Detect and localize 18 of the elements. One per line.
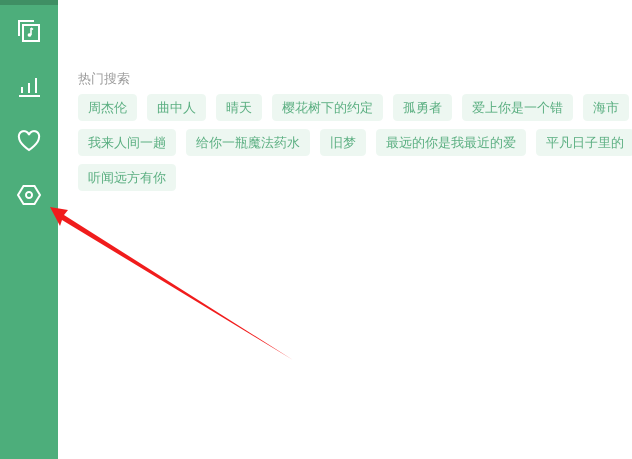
search-tag[interactable]: 平凡日子里的	[536, 129, 632, 156]
search-tag[interactable]: 孤勇者	[393, 94, 452, 121]
search-tag[interactable]: 旧梦	[320, 129, 366, 156]
music-library-icon[interactable]	[18, 20, 40, 42]
section-title: 热门搜索	[78, 70, 130, 88]
search-tag[interactable]: 给你一瓶魔法药水	[186, 129, 310, 156]
bar-chart-icon[interactable]	[18, 75, 40, 97]
hexagon-settings-icon[interactable]	[17, 185, 41, 205]
search-tag[interactable]: 海市	[583, 94, 629, 121]
search-tag[interactable]: 周杰伦	[78, 94, 137, 121]
search-tag[interactable]: 樱花树下的约定	[272, 94, 383, 121]
search-tag[interactable]: 曲中人	[147, 94, 206, 121]
search-tag[interactable]: 晴天	[216, 94, 262, 121]
heart-icon[interactable]	[17, 130, 41, 152]
search-tag[interactable]: 听闻远方有你	[78, 164, 176, 191]
search-tag[interactable]: 我来人间一趟	[78, 129, 176, 156]
search-tag[interactable]: 最远的你是我最近的爱	[376, 129, 526, 156]
search-tag[interactable]: 爱上你是一个错	[462, 94, 573, 121]
